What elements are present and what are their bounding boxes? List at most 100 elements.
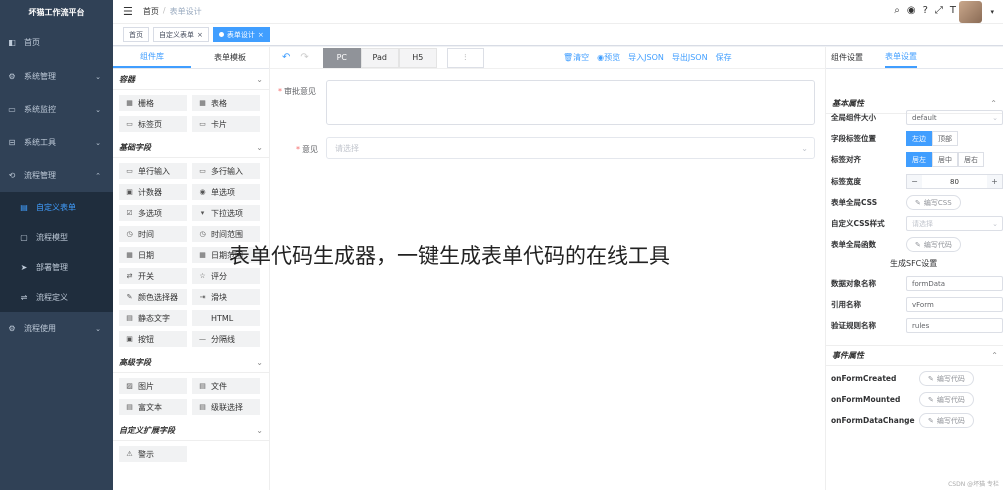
- import-json-button[interactable]: 导入JSON: [628, 52, 664, 63]
- label-width-stepper[interactable]: − 80 +: [906, 174, 1003, 189]
- device-h5-button[interactable]: H5: [398, 47, 437, 68]
- sidebar-item-gear[interactable]: ⚙ 流程使用 ⌄: [0, 312, 113, 345]
- sidebar-subitem-deploy[interactable]: ➤ 部署管理: [0, 252, 113, 282]
- widget-table[interactable]: ▦ 表格: [192, 95, 260, 111]
- label-align-left-button[interactable]: 居左: [906, 152, 932, 167]
- event-row: onFormCreated ✎ 编写代码: [831, 371, 974, 386]
- widget-checkbox[interactable]: ☑ 多选项: [119, 205, 187, 221]
- tag-form-design[interactable]: 表单设计 ×: [212, 27, 270, 42]
- github-icon[interactable]: ◉: [907, 5, 916, 16]
- widget-cascader[interactable]: ▤ 级联选择: [192, 399, 260, 415]
- rules-name-input[interactable]: rules: [906, 318, 1003, 333]
- chevron-icon: ⌄: [95, 324, 101, 333]
- widget-html[interactable]: HTML: [192, 310, 260, 326]
- fullscreen-icon[interactable]: ⤢: [935, 5, 943, 16]
- tag-home[interactable]: 首页: [123, 27, 149, 42]
- ref-name-input[interactable]: vForm: [906, 297, 1003, 312]
- undo-icon[interactable]: ↶: [282, 52, 290, 63]
- widget-counter[interactable]: ▣ 计数器: [119, 184, 187, 200]
- widget-group-header[interactable]: 基础字段 ⌄: [113, 137, 269, 158]
- close-icon[interactable]: ×: [197, 31, 203, 39]
- edit-event-code-button[interactable]: ✎ 编写代码: [919, 413, 974, 428]
- tag-custom-form[interactable]: 自定义表单 ×: [153, 27, 209, 42]
- save-button[interactable]: 保存: [716, 52, 732, 63]
- color-picker-icon: ✎: [126, 293, 133, 301]
- tab-form-settings[interactable]: 表单设置: [885, 47, 917, 68]
- widget-rich-text[interactable]: ▤ 富文本: [119, 399, 187, 415]
- widget-input[interactable]: ▭ 单行输入: [119, 163, 187, 179]
- minus-icon[interactable]: −: [907, 175, 922, 188]
- device-pc-button[interactable]: PC: [322, 47, 361, 68]
- close-icon[interactable]: ×: [258, 31, 264, 39]
- sidebar-item-tool[interactable]: ⊟ 系统工具 ⌄: [0, 126, 113, 159]
- node-tree-button[interactable]: ⫶: [446, 47, 484, 68]
- tab-widget-library[interactable]: 组件库: [113, 47, 191, 68]
- widget-label: HTML: [211, 313, 234, 323]
- section-event-props[interactable]: 事件属性 ⌃: [826, 345, 1003, 366]
- model-name-input[interactable]: formData: [906, 276, 1003, 291]
- widget-image[interactable]: ▨ 图片: [119, 378, 187, 394]
- sidebar-item-gear[interactable]: ⚙ 系统管理 ⌄: [0, 60, 113, 93]
- widget-color-picker[interactable]: ✎ 颜色选择器: [119, 289, 187, 305]
- edit-css-button[interactable]: ✎ 编写CSS: [906, 195, 961, 210]
- slider-icon: ⇥: [199, 293, 206, 301]
- chevron-down-icon[interactable]: ▾: [990, 8, 994, 16]
- widget-radio[interactable]: ◉ 单选项: [192, 184, 260, 200]
- sidebar-subitem-model[interactable]: ▢ 流程模型: [0, 222, 113, 252]
- widget-card[interactable]: ▭ 卡片: [192, 116, 260, 132]
- export-json-button[interactable]: 导出JSON: [672, 52, 708, 63]
- plus-icon[interactable]: +: [987, 175, 1002, 188]
- clear-button[interactable]: 🗑清空: [563, 52, 589, 63]
- font-size-icon[interactable]: T: [950, 5, 956, 16]
- edit-icon: ✎: [928, 416, 934, 425]
- button-icon: ▣: [126, 335, 133, 343]
- widget-slider[interactable]: ⇥ 滑块: [192, 289, 260, 305]
- device-pad-button[interactable]: Pad: [360, 47, 399, 68]
- chevron-down-icon: ⌄: [992, 219, 998, 228]
- widget-group-header[interactable]: 高级字段 ⌄: [113, 352, 269, 373]
- edit-event-code-button[interactable]: ✎ 编写代码: [919, 371, 974, 386]
- search-icon[interactable]: ⌕: [894, 5, 900, 16]
- widget-button[interactable]: ▣ 按钮: [119, 331, 187, 347]
- widget-divider[interactable]: — 分隔线: [192, 331, 260, 347]
- sidebar-item-flow[interactable]: ⟲ 流程管理 ⌃: [0, 159, 113, 192]
- widget-textarea[interactable]: ▭ 多行输入: [192, 163, 260, 179]
- avatar[interactable]: [959, 1, 982, 23]
- opinion-select[interactable]: 请选择 ⌄: [326, 137, 815, 159]
- breadcrumb-home[interactable]: 首页: [143, 6, 159, 17]
- widget-grid[interactable]: ▦ 栅格: [119, 95, 187, 111]
- edit-functions-button[interactable]: ✎ 编写代码: [906, 237, 961, 252]
- tab-form-templates[interactable]: 表单模板: [191, 47, 269, 68]
- widget-alert[interactable]: ⚠ 警示: [119, 446, 187, 462]
- redo-icon[interactable]: ↷: [300, 52, 308, 63]
- widget-group-header[interactable]: 自定义扩展字段 ⌄: [113, 420, 269, 441]
- widget-time[interactable]: ◷ 时间: [119, 226, 187, 242]
- label-align-right-button[interactable]: 居右: [958, 152, 984, 167]
- sidebar-subitem-definition[interactable]: ⇌ 流程定义: [0, 282, 113, 312]
- preview-button[interactable]: ◉预览: [597, 52, 620, 63]
- widget-tabs[interactable]: ▭ 标签页: [119, 116, 187, 132]
- tab-widget-settings[interactable]: 组件设置: [831, 47, 863, 68]
- grid-icon: ▦: [126, 99, 133, 107]
- widget-select[interactable]: ▾ 下拉选项: [192, 205, 260, 221]
- edit-event-code-button[interactable]: ✎ 编写代码: [919, 392, 974, 407]
- widget-date[interactable]: ▦ 日期: [119, 247, 187, 263]
- label-position-left-button[interactable]: 左边: [906, 131, 932, 146]
- custom-css-select[interactable]: 请选择 ⌄: [906, 216, 1003, 231]
- label-align-center-button[interactable]: 居中: [932, 152, 958, 167]
- widget-star[interactable]: ☆ 评分: [192, 268, 260, 284]
- prop-label-position: 字段标签位置 左边 顶部: [831, 131, 958, 146]
- sidebar-item-monitor[interactable]: ▭ 系统监控 ⌄: [0, 93, 113, 126]
- widget-file[interactable]: ▤ 文件: [192, 378, 260, 394]
- approval-comment-textarea[interactable]: [326, 80, 815, 125]
- widget-text[interactable]: ▤ 静态文字: [119, 310, 187, 326]
- size-select[interactable]: default ⌄: [906, 110, 1003, 125]
- textarea-icon: ▭: [199, 167, 206, 175]
- widget-switch[interactable]: ⇄ 开关: [119, 268, 187, 284]
- sidebar-item-dashboard[interactable]: ◧ 首页: [0, 24, 113, 60]
- sidebar-subitem-form[interactable]: ▤ 自定义表单: [0, 192, 113, 222]
- help-icon[interactable]: ?: [923, 5, 928, 16]
- widget-group-header[interactable]: 容器 ⌄: [113, 69, 269, 90]
- label-position-top-button[interactable]: 顶部: [932, 131, 958, 146]
- hamburger-icon[interactable]: ☰: [123, 5, 133, 18]
